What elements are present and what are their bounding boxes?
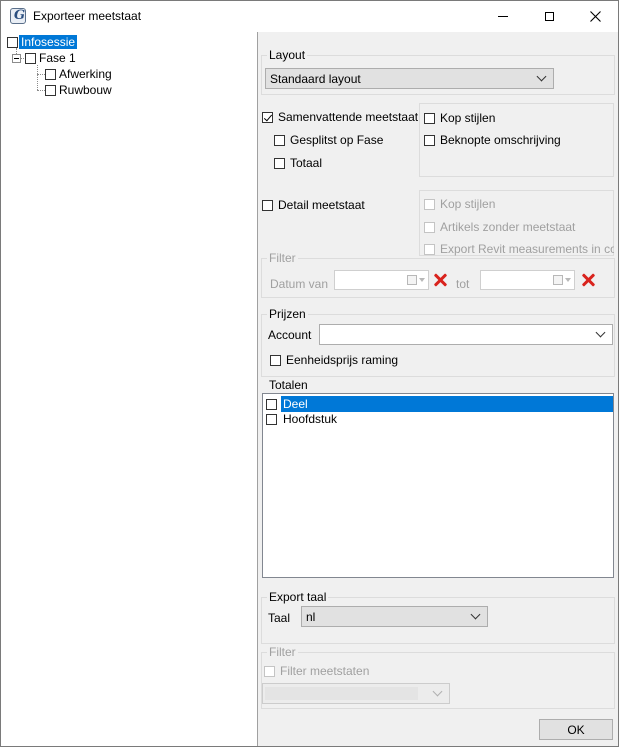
tree-node-phase[interactable]: Fase 1 — [12, 50, 76, 66]
summary-checkbox-row[interactable]: Samenvattende meetstaat — [262, 110, 418, 124]
layout-dropdown[interactable]: Standaard layout — [265, 68, 554, 89]
total-checkbox[interactable] — [274, 157, 285, 169]
account-label: Account — [268, 328, 312, 342]
tree-expander-icon[interactable] — [12, 53, 21, 63]
tree-connector — [37, 74, 45, 75]
tree-node-root[interactable]: Infosessie — [7, 34, 78, 50]
tree-checkbox[interactable] — [45, 68, 56, 80]
detail-style-headers-row: Kop stijlen — [424, 197, 495, 211]
filter-statements-row: Filter meetstaten — [264, 664, 369, 678]
items-without-row: Artikels zonder meetstaat — [424, 220, 575, 234]
date-filter-label: Filter — [267, 251, 298, 265]
export-revit-row: Export Revit measurements in colo — [424, 242, 614, 256]
close-icon — [589, 11, 601, 22]
filter-statements-label: Filter meetstaten — [280, 664, 370, 678]
layout-dropdown-value: Standaard layout — [270, 71, 361, 86]
ok-button[interactable]: OK — [539, 719, 613, 740]
clear-date-icon[interactable] — [432, 272, 448, 288]
language-dropdown[interactable]: nl — [301, 606, 488, 627]
date-from-picker — [334, 270, 429, 290]
app-icon: G — [10, 8, 26, 24]
summary-checkbox[interactable] — [262, 111, 273, 123]
list-item-label: Deel — [281, 396, 613, 412]
short-description-checkbox[interactable] — [424, 134, 435, 146]
tree-node-label: Fase 1 — [39, 51, 76, 65]
account-dropdown[interactable] — [319, 324, 613, 345]
export-revit-checkbox — [424, 243, 435, 255]
chevron-down-icon — [595, 327, 606, 338]
prices-group-label: Prijzen — [267, 307, 308, 321]
chevron-down-icon — [432, 686, 443, 697]
detail-checkbox-row[interactable]: Detail meetstaat — [262, 198, 365, 212]
detail-label: Detail meetstaat — [278, 198, 365, 212]
app-icon-letter: G — [14, 8, 26, 23]
summary-style-headers-checkbox[interactable] — [424, 112, 435, 124]
export-dialog: G Exporteer meetstaat Infosessie Fase 1 … — [0, 0, 619, 747]
minimize-icon — [498, 16, 508, 17]
tree-node-label: Infosessie — [19, 35, 78, 49]
summary-label: Samenvattende meetstaat — [278, 110, 419, 124]
detail-style-headers-label: Kop stijlen — [440, 197, 496, 211]
totals-listbox[interactable]: Deel Hoofdstuk — [262, 393, 614, 578]
tree-connector — [37, 65, 38, 90]
calendar-icon — [407, 275, 417, 285]
unit-price-label: Eenheidsprijs raming — [286, 353, 399, 367]
title-bar[interactable]: G Exporteer meetstaat — [1, 1, 618, 32]
tree-checkbox[interactable] — [25, 52, 36, 64]
dropdown-arrow-icon — [565, 278, 571, 282]
unit-price-row[interactable]: Eenheidsprijs raming — [270, 353, 398, 367]
unit-price-checkbox[interactable] — [270, 354, 281, 366]
dropdown-arrow-icon — [419, 278, 425, 282]
statement-filter-dropdown — [262, 683, 450, 704]
detail-style-headers-checkbox — [424, 198, 435, 210]
filter-statements-checkbox — [264, 665, 275, 677]
list-item-checkbox[interactable] — [266, 413, 277, 425]
project-tree[interactable]: Infosessie Fase 1 Afwerking Ruwbouw — [1, 32, 258, 746]
date-from-label: Datum van — [270, 277, 329, 291]
maximize-button[interactable] — [526, 1, 572, 32]
list-item[interactable]: Hoofdstuk — [264, 411, 613, 427]
short-description-row[interactable]: Beknopte omschrijving — [424, 133, 561, 147]
split-phase-checkbox[interactable] — [274, 134, 285, 146]
language-dropdown-value: nl — [306, 609, 316, 624]
list-item-label: Hoofdstuk — [283, 412, 338, 426]
date-to-label: tot — [456, 277, 470, 291]
short-description-label: Beknopte omschrijving — [440, 133, 561, 147]
summary-style-headers-label: Kop stijlen — [440, 111, 496, 125]
tree-node-child[interactable]: Ruwbouw — [45, 82, 112, 98]
tree-checkbox[interactable] — [45, 84, 56, 96]
items-without-label: Artikels zonder meetstaat — [440, 220, 576, 234]
maximize-icon — [544, 12, 554, 21]
statement-filter-value — [265, 687, 418, 700]
window-title: Exporteer meetstaat — [33, 9, 142, 23]
chevron-down-icon — [536, 71, 547, 82]
layout-group-label: Layout — [267, 48, 308, 62]
list-item[interactable]: Deel — [264, 396, 613, 412]
detail-checkbox[interactable] — [262, 199, 273, 211]
clear-date-icon[interactable] — [580, 272, 596, 288]
calendar-icon — [553, 275, 563, 285]
summary-style-headers-row[interactable]: Kop stijlen — [424, 111, 495, 125]
items-without-checkbox — [424, 221, 435, 233]
statement-filter-label: Filter — [267, 645, 298, 659]
total-row[interactable]: Totaal — [274, 156, 322, 170]
total-label: Totaal — [290, 156, 323, 170]
split-phase-row[interactable]: Gesplitst op Fase — [274, 133, 383, 147]
date-to-picker — [480, 270, 575, 290]
close-button[interactable] — [572, 1, 618, 32]
tree-node-label: Ruwbouw — [59, 83, 112, 97]
export-language-label: Export taal — [267, 590, 329, 604]
tree-checkbox[interactable] — [7, 36, 18, 48]
totals-group-label: Totalen — [267, 378, 310, 392]
tree-connector — [37, 90, 45, 91]
chevron-down-icon — [470, 609, 481, 620]
tree-node-label: Afwerking — [59, 67, 112, 81]
language-label: Taal — [268, 611, 291, 625]
export-revit-label: Export Revit measurements in colo — [440, 242, 614, 256]
tree-node-child[interactable]: Afwerking — [45, 66, 112, 82]
list-item-checkbox[interactable] — [266, 398, 277, 410]
minimize-button[interactable] — [480, 1, 526, 32]
split-phase-label: Gesplitst op Fase — [290, 133, 384, 147]
